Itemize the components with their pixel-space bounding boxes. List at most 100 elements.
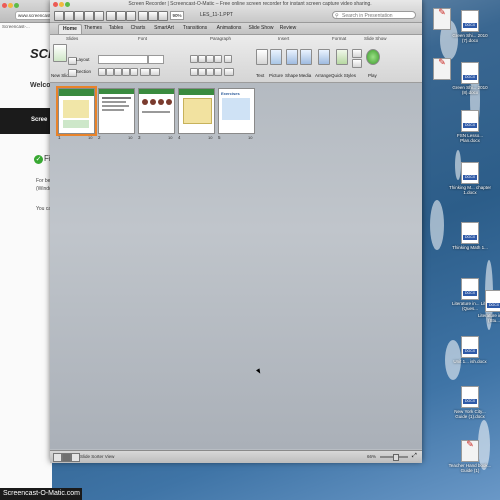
- redo-icon[interactable]: [148, 11, 158, 21]
- paste-icon[interactable]: [126, 11, 136, 21]
- text-box-icon[interactable]: [256, 49, 268, 65]
- undo-icon[interactable]: [138, 11, 148, 21]
- align-right-icon[interactable]: [206, 68, 214, 76]
- fit-to-window-icon[interactable]: ⤢: [412, 453, 417, 460]
- tab-charts[interactable]: Charts: [127, 24, 149, 33]
- quick-styles-button[interactable]: Quick Styles: [331, 73, 356, 78]
- shadow-icon[interactable]: [122, 68, 130, 76]
- font-size-select[interactable]: [148, 55, 164, 64]
- numbering-icon[interactable]: [198, 55, 206, 63]
- slide-number: 2: [98, 135, 101, 140]
- desktop-file[interactable]: DOCX Thinking Math 1...: [448, 222, 492, 250]
- copy-icon[interactable]: [116, 11, 126, 21]
- open-icon[interactable]: [74, 11, 84, 21]
- italic-icon[interactable]: [106, 68, 114, 76]
- bookmark-item[interactable]: Screencast-...: [2, 24, 30, 29]
- tab-smartart[interactable]: SmartArt: [150, 24, 178, 33]
- arrange-button[interactable]: Arrange: [315, 73, 331, 78]
- slide-header-bar: [139, 89, 174, 94]
- new-slide-icon[interactable]: [53, 44, 67, 62]
- slide-show-view-button[interactable]: [71, 453, 80, 462]
- print-icon[interactable]: [94, 11, 104, 21]
- desktop-file[interactable]: DOCX Literature in Life (Stu...: [472, 290, 500, 323]
- picture-icon[interactable]: [270, 49, 282, 65]
- fill-icon[interactable]: [352, 49, 362, 58]
- tab-animations[interactable]: Animations: [212, 24, 246, 33]
- desktop-file[interactable]: DOCX New York City... Guide (1).docx: [448, 386, 492, 419]
- strikethrough-icon[interactable]: [130, 68, 138, 76]
- desktop-file[interactable]: DOCX FSN Lesso... Plan.docx: [448, 110, 492, 143]
- minimize-dot-icon[interactable]: [59, 2, 64, 7]
- media-browser-icon[interactable]: [158, 11, 168, 21]
- bullets-icon[interactable]: [190, 55, 198, 63]
- desktop-file[interactable]: ✎ Teacher Hand book... Guide (1): [448, 440, 492, 474]
- slide-thumbnail-4[interactable]: [178, 88, 215, 134]
- slide-text-block: [63, 120, 89, 128]
- slide-sorter-view-button[interactable]: [62, 453, 71, 462]
- align-left-icon[interactable]: [190, 68, 198, 76]
- tab-themes[interactable]: Themes: [82, 24, 104, 33]
- text-button[interactable]: Text: [256, 73, 264, 78]
- font-name-select[interactable]: [98, 55, 148, 64]
- title-bar: Screen Recorder | Screencast-O-Matic – F…: [50, 0, 422, 23]
- highlight-icon[interactable]: [150, 68, 160, 76]
- media-button[interactable]: Media: [299, 73, 311, 78]
- docx-file-icon: DOCX: [485, 290, 500, 312]
- close-dot-icon[interactable]: [2, 3, 7, 8]
- normal-view-button[interactable]: [53, 453, 62, 462]
- tab-review[interactable]: Review: [276, 24, 300, 33]
- tab-slide-show[interactable]: Slide Show: [246, 24, 276, 33]
- tab-transitions[interactable]: Transitions: [178, 24, 212, 33]
- group-label-slides: Slides: [66, 36, 79, 41]
- site-logo[interactable]: SCR: [30, 46, 52, 61]
- zoom-slider-handle[interactable]: [393, 454, 399, 461]
- shape-button[interactable]: Shape: [285, 73, 298, 78]
- zoom-select[interactable]: 90%: [170, 11, 184, 20]
- file-label: New York City... Guide (1).docx: [454, 409, 486, 419]
- minimize-dot-icon[interactable]: [8, 3, 13, 8]
- quick-styles-icon[interactable]: [336, 49, 348, 65]
- section-button[interactable]: Section: [76, 69, 91, 74]
- text-direction-icon[interactable]: [224, 68, 234, 76]
- search-input[interactable]: ⚲ Search in Presentation: [332, 11, 416, 19]
- save-icon[interactable]: [84, 11, 94, 21]
- bold-icon[interactable]: [98, 68, 106, 76]
- group-label-insert: Insert: [278, 36, 290, 41]
- slide-header-bar: [59, 89, 94, 96]
- arrange-icon[interactable]: [318, 49, 330, 65]
- group-label-slide-show: Slide Show: [364, 36, 387, 41]
- desktop-file[interactable]: DOCX Green Shi... 2010 (8).docx: [448, 62, 492, 95]
- cut-icon[interactable]: [106, 11, 116, 21]
- slide-thumbnail-2[interactable]: [98, 88, 135, 134]
- play-button[interactable]: Play: [368, 73, 377, 78]
- columns-icon[interactable]: [224, 55, 232, 63]
- address-bar[interactable]: www.screencast: [15, 11, 52, 20]
- slide-thumbnail-1[interactable]: [56, 86, 97, 136]
- zoom-dot-icon[interactable]: [14, 3, 19, 8]
- indent-icon[interactable]: [214, 55, 222, 63]
- underline-icon[interactable]: [114, 68, 122, 76]
- zoom-dot-icon[interactable]: [65, 2, 70, 7]
- justify-icon[interactable]: [214, 68, 222, 76]
- align-center-icon[interactable]: [198, 68, 206, 76]
- font-color-icon[interactable]: [140, 68, 150, 76]
- media-icon[interactable]: [300, 49, 312, 65]
- picture-button[interactable]: Picture: [269, 73, 283, 78]
- new-icon[interactable]: [54, 11, 64, 21]
- desktop-file[interactable]: DOCX Unit 1... ish.docx: [448, 336, 492, 364]
- play-icon[interactable]: [366, 49, 380, 65]
- outdent-icon[interactable]: [206, 55, 214, 63]
- slide-circle: [158, 99, 164, 105]
- desktop-file[interactable]: DOCX Green Shi... 2010 (7).docx: [448, 10, 492, 43]
- slide-thumbnail-3[interactable]: [138, 88, 175, 134]
- layout-button[interactable]: Layout: [76, 57, 90, 62]
- desktop-file[interactable]: DOCX Thinking M... chapter 1.docx: [448, 162, 492, 195]
- line-icon[interactable]: [352, 59, 362, 68]
- close-dot-icon[interactable]: [53, 2, 58, 7]
- slide-thumbnail-5[interactable]: Exercises: [218, 88, 255, 134]
- pdf-file-icon: ✎: [461, 440, 479, 462]
- shape-icon[interactable]: [286, 49, 298, 65]
- tab-home[interactable]: Home: [58, 24, 82, 34]
- templates-icon[interactable]: [64, 11, 74, 21]
- tab-tables[interactable]: Tables: [105, 24, 127, 33]
